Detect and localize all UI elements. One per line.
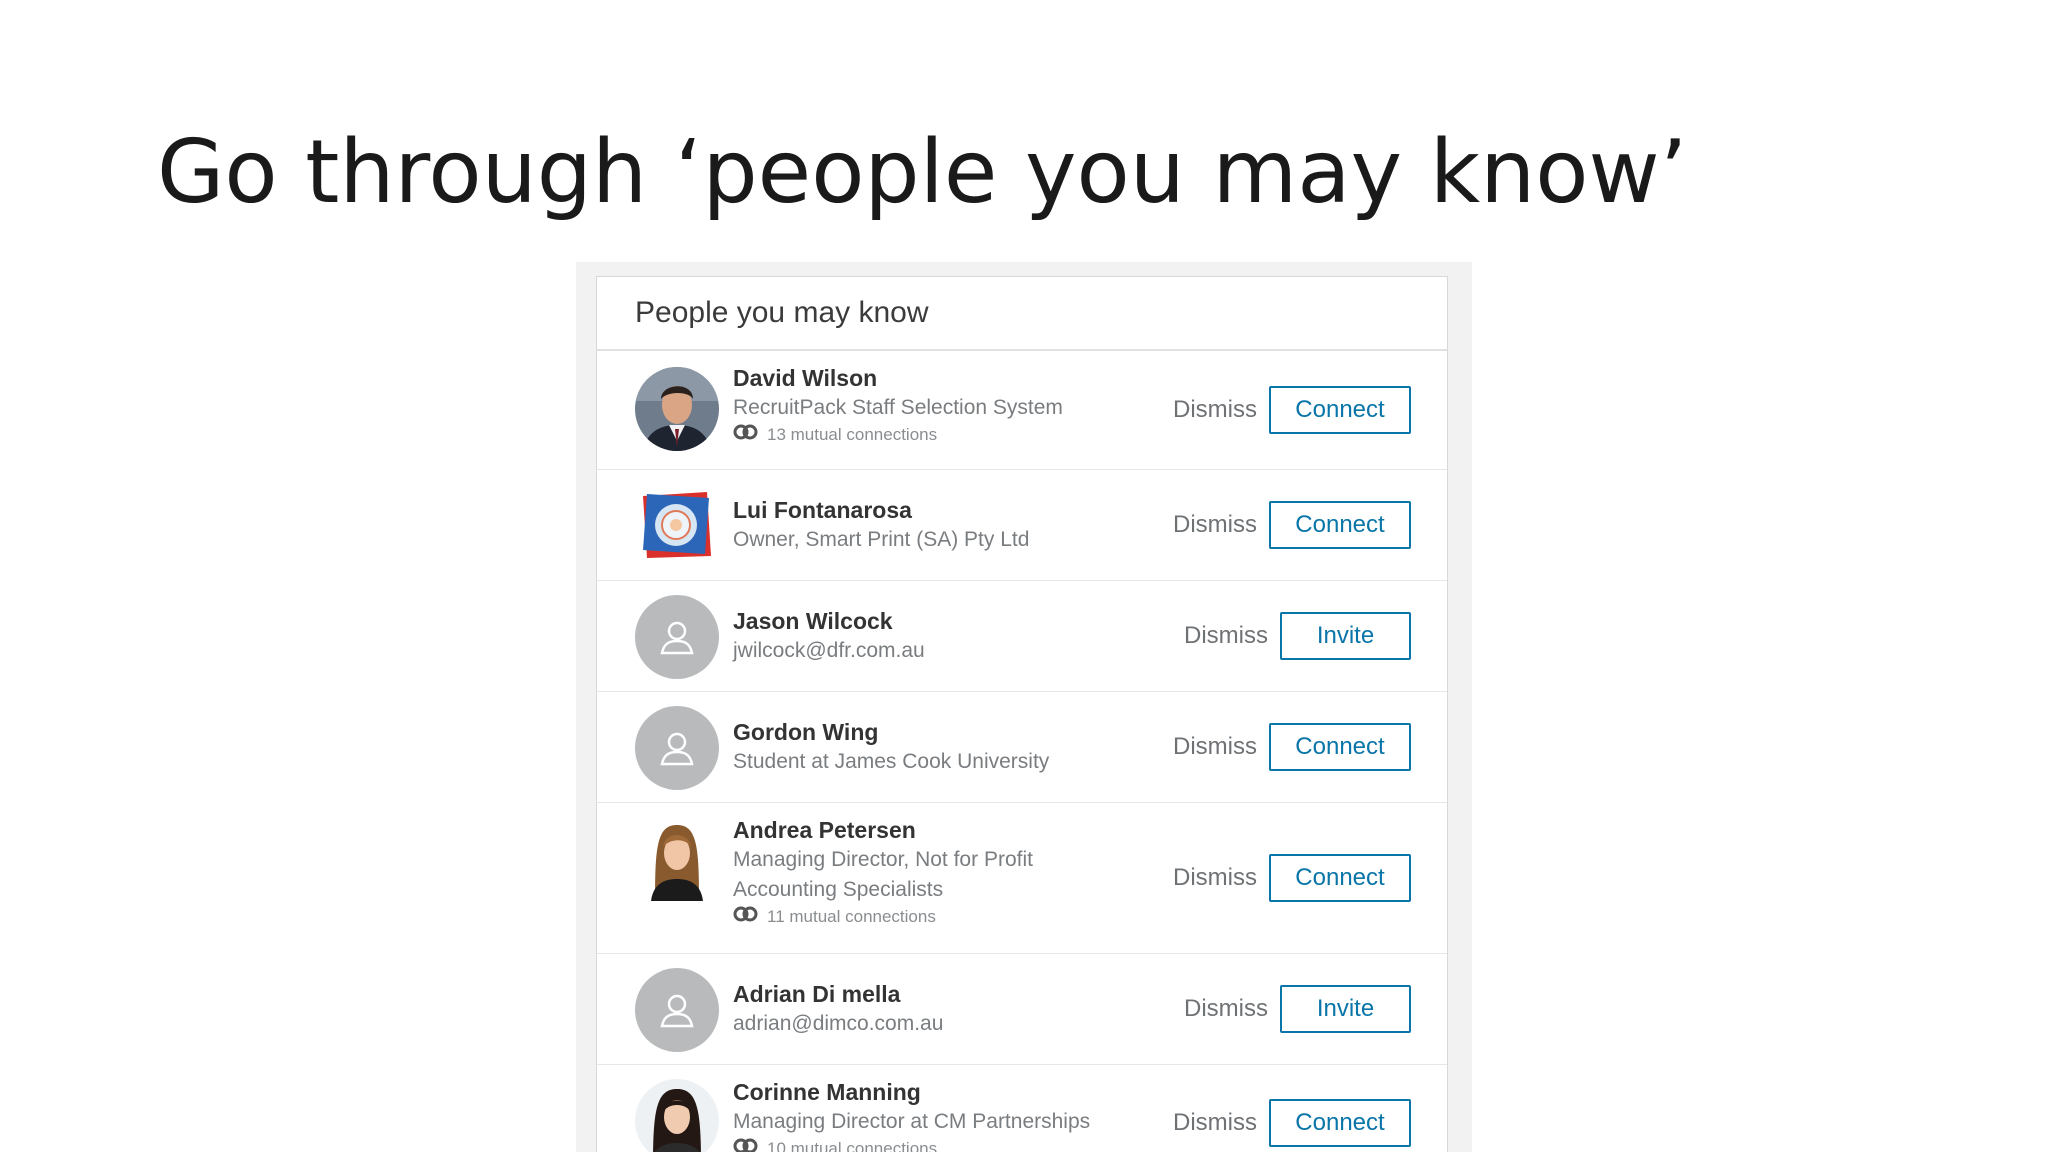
person-info: Adrian Di mella adrian@dimco.com.au xyxy=(733,979,943,1039)
mutual-connections-icon xyxy=(733,423,759,447)
placeholder-avatar[interactable] xyxy=(635,968,719,1052)
dismiss-button[interactable]: Dismiss xyxy=(1173,1109,1257,1137)
mutual-connections[interactable]: 13 mutual connections xyxy=(733,423,1063,447)
person-row-jason-wilcock: Jason Wilcock jwilcock@dfr.com.au Dismis… xyxy=(597,581,1447,692)
connect-button[interactable]: Connect xyxy=(1269,1099,1411,1147)
person-name[interactable]: Corinne Manning xyxy=(733,1077,1090,1107)
placeholder-avatar[interactable] xyxy=(635,595,719,679)
mutual-connections-text: 11 mutual connections xyxy=(767,907,936,926)
dismiss-button[interactable]: Dismiss xyxy=(1184,622,1268,650)
person-row-gordon-wing: Gordon Wing Student at James Cook Univer… xyxy=(597,692,1447,803)
person-row-corinne-manning: Corinne Manning Managing Director at CM … xyxy=(597,1065,1447,1152)
avatar[interactable] xyxy=(635,817,719,901)
person-headline: Managing Director, Not for Profit xyxy=(733,848,1033,871)
person-headline: Owner, Smart Print (SA) Pty Ltd xyxy=(733,528,1030,551)
placeholder-avatar[interactable] xyxy=(635,706,719,790)
panel-title: People you may know xyxy=(635,296,929,329)
avatar[interactable] xyxy=(635,367,719,451)
mutual-connections-text: 10 mutual connections xyxy=(767,1139,938,1152)
avatar[interactable] xyxy=(635,1079,719,1152)
person-headline: Managing Director at CM Partnerships xyxy=(733,1110,1091,1133)
company-logo-avatar[interactable] xyxy=(637,490,715,560)
person-row-lui-fontanarosa: Lui Fontanarosa Owner, Smart Print (SA) … xyxy=(597,470,1447,581)
person-name[interactable]: Adrian Di mella xyxy=(733,979,943,1009)
invite-button[interactable]: Invite xyxy=(1280,985,1411,1033)
person-info: Corinne Manning Managing Director at CM … xyxy=(733,1077,1090,1152)
person-icon xyxy=(657,617,697,657)
person-icon xyxy=(657,728,697,768)
mutual-connections-icon xyxy=(733,905,759,929)
person-info: David Wilson RecruitPack Staff Selection… xyxy=(733,363,1063,447)
person-row-david-wilson: David Wilson RecruitPack Staff Selection… xyxy=(597,351,1447,470)
slide-title: Go through ‘people you may know’ xyxy=(157,121,1688,223)
dismiss-button[interactable]: Dismiss xyxy=(1173,396,1257,424)
person-row-andrea-petersen: Andrea Petersen Managing Director, Not f… xyxy=(597,803,1447,954)
connect-button[interactable]: Connect xyxy=(1269,723,1411,771)
dismiss-button[interactable]: Dismiss xyxy=(1173,864,1257,892)
people-you-may-know-panel: People you may know David Wilson Recruit… xyxy=(596,276,1448,1152)
person-info: Lui Fontanarosa Owner, Smart Print (SA) … xyxy=(733,495,1029,555)
person-name[interactable]: Jason Wilcock xyxy=(733,606,925,636)
connect-button[interactable]: Connect xyxy=(1269,854,1411,902)
person-info: Jason Wilcock jwilcock@dfr.com.au xyxy=(733,606,925,666)
person-headline: Student at James Cook University xyxy=(733,750,1050,773)
dismiss-button[interactable]: Dismiss xyxy=(1173,733,1257,761)
mutual-connections[interactable]: 11 mutual connections xyxy=(733,905,1033,929)
person-info: Andrea Petersen Managing Director, Not f… xyxy=(733,815,1033,929)
dismiss-button[interactable]: Dismiss xyxy=(1184,995,1268,1023)
person-headline-continued: Accounting Specialists xyxy=(733,878,944,901)
person-headline: RecruitPack Staff Selection System xyxy=(733,396,1063,419)
connect-button[interactable]: Connect xyxy=(1269,501,1411,549)
person-name[interactable]: Gordon Wing xyxy=(733,717,1049,747)
person-email: jwilcock@dfr.com.au xyxy=(733,639,925,662)
mutual-connections[interactable]: 10 mutual connections xyxy=(733,1137,1090,1152)
person-info: Gordon Wing Student at James Cook Univer… xyxy=(733,717,1049,777)
person-name[interactable]: Lui Fontanarosa xyxy=(733,495,1029,525)
dismiss-button[interactable]: Dismiss xyxy=(1173,511,1257,539)
person-row-adrian-di-mella: Adrian Di mella adrian@dimco.com.au Dism… xyxy=(597,954,1447,1065)
mutual-connections-text: 13 mutual connections xyxy=(767,425,938,444)
person-name[interactable]: Andrea Petersen xyxy=(733,815,1033,845)
person-email: adrian@dimco.com.au xyxy=(733,1012,944,1035)
person-name[interactable]: David Wilson xyxy=(733,363,1063,393)
panel-header: People you may know xyxy=(597,277,1447,351)
invite-button[interactable]: Invite xyxy=(1280,612,1411,660)
screenshot-frame: People you may know David Wilson Recruit… xyxy=(576,262,1472,1152)
connect-button[interactable]: Connect xyxy=(1269,386,1411,434)
person-icon xyxy=(657,990,697,1030)
mutual-connections-icon xyxy=(733,1137,759,1152)
